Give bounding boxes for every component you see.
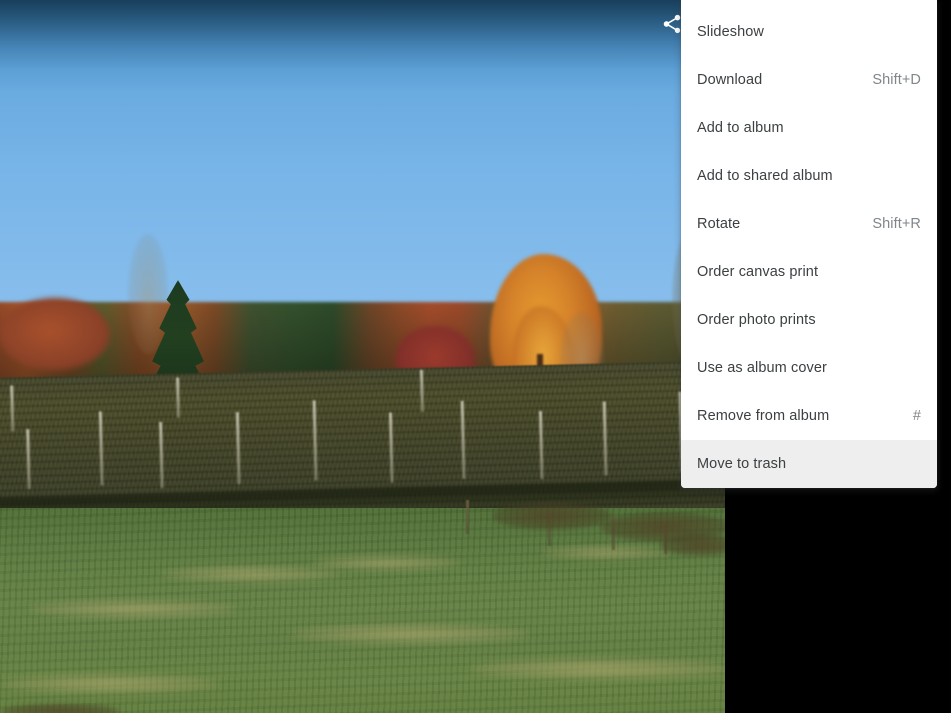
field-scrub bbox=[492, 502, 612, 530]
field-scrub bbox=[0, 704, 120, 713]
photo-options-menu[interactable]: Slideshow Download Shift+D Add to album Add … bbox=[681, 0, 937, 488]
dry-grass-patch bbox=[540, 546, 670, 559]
menu-item-label: Move to trash bbox=[697, 456, 787, 472]
red-foliage-left bbox=[0, 298, 110, 370]
menu-item-remove-from-album[interactable]: Remove from album # bbox=[681, 392, 937, 440]
menu-item-order-canvas-print[interactable]: Order canvas print bbox=[681, 248, 937, 296]
grass-field bbox=[0, 500, 725, 713]
menu-item-shortcut: Shift+R bbox=[872, 216, 921, 232]
menu-item-label: Slideshow bbox=[697, 24, 764, 40]
menu-item-rotate[interactable]: Rotate Shift+R bbox=[681, 200, 937, 248]
dry-grass-patch bbox=[0, 674, 220, 694]
menu-item-label: Add to album bbox=[697, 120, 784, 136]
menu-item-label: Remove from album bbox=[697, 408, 830, 424]
menu-item-label: Rotate bbox=[697, 216, 741, 232]
menu-item-move-to-trash[interactable]: Move to trash bbox=[681, 440, 937, 488]
menu-item-download[interactable]: Download Shift+D bbox=[681, 56, 937, 104]
menu-item-add-to-shared-album[interactable]: Add to shared album bbox=[681, 152, 937, 200]
share-icon bbox=[661, 13, 683, 35]
dry-grass-patch bbox=[470, 658, 725, 680]
menu-item-label: Add to shared album bbox=[697, 168, 833, 184]
bare-tree-left bbox=[128, 234, 168, 354]
menu-item-label: Download bbox=[697, 72, 763, 88]
menu-item-shortcut: # bbox=[912, 408, 921, 424]
menu-item-use-as-album-cover[interactable]: Use as album cover bbox=[681, 344, 937, 392]
photo-viewer: Slideshow Download Shift+D Add to album Add … bbox=[0, 0, 951, 713]
menu-item-add-to-album[interactable]: Add to album bbox=[681, 104, 937, 152]
menu-item-order-photo-prints[interactable]: Order photo prints bbox=[681, 296, 937, 344]
dry-grass-patch bbox=[28, 600, 238, 618]
menu-item-label: Order photo prints bbox=[697, 312, 816, 328]
dry-grass-patch bbox=[160, 566, 340, 582]
menu-item-label: Order canvas print bbox=[697, 264, 819, 280]
photo-image[interactable] bbox=[0, 0, 725, 713]
dry-grass-patch bbox=[290, 624, 530, 644]
fence-post bbox=[466, 500, 469, 534]
menu-item-shortcut: Shift+D bbox=[872, 72, 921, 88]
menu-item-label: Use as album cover bbox=[697, 360, 827, 376]
dry-grass-patch bbox=[312, 556, 462, 570]
menu-item-slideshow[interactable]: Slideshow bbox=[681, 8, 937, 56]
